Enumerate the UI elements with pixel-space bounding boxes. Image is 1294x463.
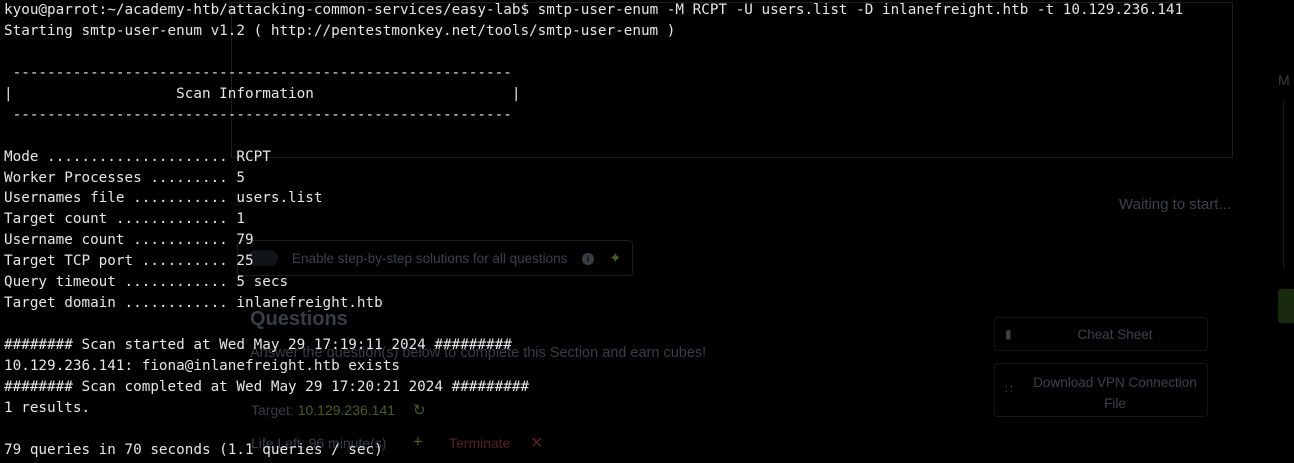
terminal-line: ----------------------------------------… xyxy=(4,64,512,81)
terminal-command-line: kyou@parrot:~/academy-htb/attacking-comm… xyxy=(4,0,1294,21)
terminal-line: Query timeout ............ 5 secs xyxy=(4,274,289,291)
terminal-output[interactable]: kyou@parrot:~/academy-htb/attacking-comm… xyxy=(0,0,1294,463)
shell-command: smtp-user-enum -M RCPT -U users.list -D … xyxy=(537,2,1184,18)
terminal-line: | Scan Information | xyxy=(4,85,521,102)
terminal-line: Usernames file ........... users.list xyxy=(4,190,323,207)
terminal-line: ----------------------------------------… xyxy=(4,106,512,123)
terminal-line: 10.129.236.141: fiona@inlanefreight.htb … xyxy=(4,357,400,374)
terminal-line: 1 results. xyxy=(4,399,91,416)
terminal-line: ######## Scan completed at Wed May 29 17… xyxy=(4,378,530,395)
terminal-line: Mode ..................... RCPT xyxy=(4,148,271,165)
terminal-line: Target domain ............ inlanefreight… xyxy=(4,295,383,312)
terminal-line: Target TCP port .......... 25 xyxy=(4,253,254,270)
terminal-line: ######## Scan started at Wed May 29 17:1… xyxy=(4,337,512,353)
terminal-line: Target count ............. 1 xyxy=(4,211,246,228)
shell-prompt: kyou@parrot:~/academy-htb/attacking-comm… xyxy=(4,2,530,18)
terminal-line: Worker Processes ......... 5 xyxy=(4,169,246,186)
terminal-line: Username count ........... 79 xyxy=(4,232,254,249)
terminal-line: 79 queries in 70 seconds (1.1 queries / … xyxy=(4,441,383,458)
terminal-line: Starting smtp-user-enum v1.2 ( http://pe… xyxy=(4,22,676,39)
